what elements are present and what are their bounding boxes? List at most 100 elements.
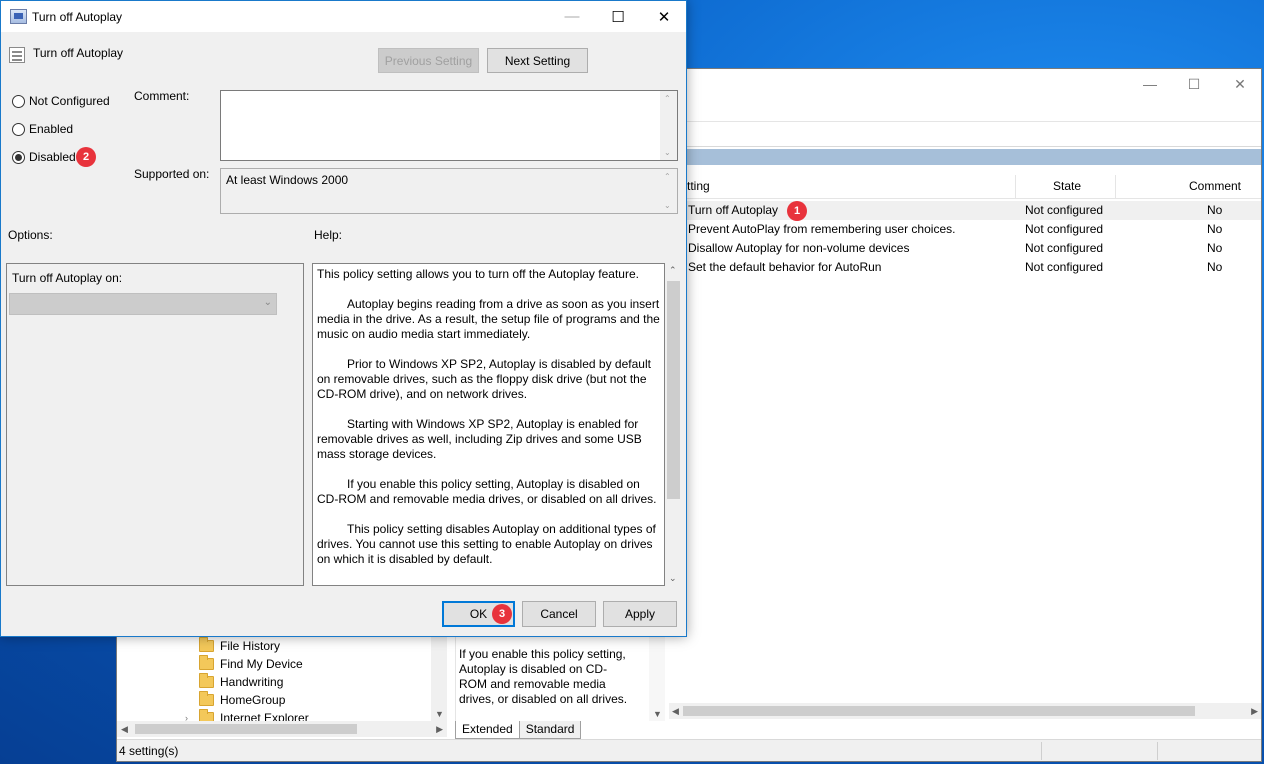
tree-horizontal-scrollbar[interactable]: ◀ ▶	[117, 721, 447, 737]
column-header-comment[interactable]: Comment	[1189, 179, 1241, 193]
scrollbar-thumb[interactable]	[667, 281, 680, 499]
tree-item-label: Find My Device	[220, 657, 303, 671]
policy-setting-icon	[9, 47, 25, 63]
table-row[interactable]: Disallow Autoplay for non-volume devices…	[667, 239, 1261, 258]
tree-item-label: HomeGroup	[220, 693, 286, 707]
expand-chevron-icon[interactable]: ›	[185, 713, 188, 721]
setting-state: Not configured	[1025, 241, 1104, 255]
help-text: This policy setting allows you to turn o…	[317, 267, 661, 582]
description-scrollbar[interactable]: ▼	[649, 637, 665, 721]
tab-extended[interactable]: Extended	[455, 721, 520, 739]
apply-button[interactable]: Apply	[603, 601, 677, 627]
column-header-setting[interactable]: tting	[687, 179, 710, 193]
policy-tree: File History Find My Device Handwriting …	[117, 637, 447, 721]
table-row[interactable]: Turn off Autoplay Not configured No	[667, 201, 1261, 220]
radio-disabled[interactable]: Disabled	[12, 150, 76, 164]
supported-on-value: At least Windows 2000	[226, 173, 349, 187]
next-setting-button[interactable]: Next Setting	[487, 48, 588, 73]
table-row[interactable]: Set the default behavior for AutoRun Not…	[667, 258, 1261, 277]
scroll-down-icon[interactable]: ▼	[653, 709, 662, 719]
cancel-button[interactable]: Cancel	[522, 601, 596, 627]
folder-icon	[199, 655, 214, 670]
radio-not-configured[interactable]: Not Configured	[12, 94, 110, 108]
help-scrollbar[interactable]: ⌃ ⌄	[665, 263, 682, 586]
supported-on-field: At least Windows 2000 ⌃ ⌄	[220, 168, 678, 214]
scroll-down-icon[interactable]: ⌄	[669, 573, 677, 584]
previous-setting-button[interactable]: Previous Setting	[378, 48, 479, 73]
options-field-label: Turn off Autoplay on:	[12, 271, 123, 285]
status-bar: 4 setting(s)	[117, 739, 1261, 761]
callout-badge-1: 1	[787, 201, 807, 221]
dialog-titlebar: Turn off Autoplay — ☐ ✕	[1, 1, 686, 32]
scroll-left-icon[interactable]: ◀	[672, 706, 679, 717]
setting-name: Prevent AutoPlay from remembering user c…	[688, 222, 956, 236]
setting-name: Turn off Autoplay	[688, 203, 779, 217]
help-paragraph: Autoplay begins reading from a drive as …	[317, 297, 660, 341]
scroll-down-icon[interactable]: ⌄	[664, 201, 671, 210]
settings-column-headers: tting State Comment	[667, 175, 1261, 199]
tree-item[interactable]: HomeGroup	[199, 691, 285, 709]
table-row[interactable]: Prevent AutoPlay from remembering user c…	[667, 220, 1261, 239]
scroll-right-icon[interactable]: ▶	[1251, 706, 1258, 717]
setting-state: Not configured	[1025, 260, 1104, 274]
tree-item[interactable]: › Internet Explorer	[185, 709, 309, 721]
scroll-up-icon[interactable]: ⌃	[669, 265, 677, 276]
autoplay-drives-select[interactable]: ⌄	[9, 293, 277, 315]
settings-list: tting State Comment Turn off Autoplay No…	[667, 175, 1261, 705]
callout-badge-3: 3	[492, 604, 512, 624]
tree-vertical-scrollbar[interactable]: ▼	[431, 637, 447, 721]
column-header-state[interactable]: State	[1053, 179, 1081, 193]
setting-name: Set the default behavior for AutoRun	[688, 260, 882, 274]
setting-name: Disallow Autoplay for non-volume devices	[688, 241, 910, 255]
tree-item[interactable]: File History	[199, 637, 280, 655]
description-text: If you enable this policy setting, Autop…	[459, 647, 628, 706]
comment-scrollbar[interactable]: ⌃ ⌄	[660, 91, 677, 160]
supported-scrollbar[interactable]: ⌃ ⌄	[660, 169, 677, 213]
scroll-down-icon[interactable]: ▼	[435, 709, 444, 719]
tree-item[interactable]: Handwriting	[199, 673, 283, 691]
callout-badge-2: 2	[76, 147, 96, 167]
scroll-right-icon[interactable]: ▶	[436, 724, 443, 735]
setting-comment: No	[1207, 222, 1223, 236]
scrollbar-thumb[interactable]	[135, 724, 357, 734]
help-paragraph: Prior to Windows XP SP2, Autoplay is dis…	[317, 357, 651, 401]
editor-maximize-button[interactable]: ☐	[1171, 69, 1217, 99]
radio-circle-icon	[12, 122, 25, 136]
folder-icon	[199, 709, 214, 721]
ok-label: OK	[469, 607, 488, 621]
editor-minimize-button[interactable]: —	[1127, 69, 1173, 99]
setting-state: Not configured	[1025, 222, 1104, 236]
help-paragraph: This policy setting disables Autoplay on…	[317, 522, 656, 566]
editor-close-button[interactable]: ✕	[1217, 69, 1263, 99]
scroll-down-icon[interactable]: ⌄	[664, 148, 671, 157]
dialog-minimize-button[interactable]: —	[549, 1, 595, 32]
scroll-up-icon[interactable]: ⌃	[664, 172, 671, 181]
scrollbar-thumb[interactable]	[683, 706, 1195, 716]
setting-comment: No	[1207, 203, 1223, 217]
supported-on-label: Supported on:	[134, 167, 210, 181]
view-tabs: Extended Standard	[455, 721, 582, 739]
help-paragraph: If you enable this policy setting, Autop…	[317, 477, 657, 506]
radio-label: Not Configured	[29, 94, 110, 108]
tab-standard[interactable]: Standard	[518, 721, 582, 739]
dialog-title: Turn off Autoplay	[32, 10, 123, 24]
dialog-maximize-button[interactable]: ☐	[595, 1, 641, 32]
tree-item-label: File History	[220, 639, 281, 653]
setting-comment: No	[1207, 260, 1223, 274]
radio-enabled[interactable]: Enabled	[12, 122, 73, 136]
comment-input[interactable]: ⌃ ⌄	[220, 90, 678, 161]
folder-icon	[199, 691, 214, 706]
scroll-up-icon[interactable]: ⌃	[664, 94, 671, 103]
help-paragraph: This policy setting allows you to turn o…	[317, 267, 639, 281]
tree-item[interactable]: Find My Device	[199, 655, 303, 673]
policy-setting-dialog: Turn off Autoplay — ☐ ✕ Turn off Autopla…	[0, 0, 687, 637]
dialog-close-button[interactable]: ✕	[641, 1, 687, 32]
folder-icon	[199, 673, 214, 688]
help-paragraph: Starting with Windows XP SP2, Autoplay i…	[317, 417, 642, 461]
settings-horizontal-scrollbar[interactable]: ◀ ▶	[669, 703, 1261, 719]
setting-state: Not configured	[1025, 203, 1104, 217]
tree-item-label: Handwriting	[220, 675, 284, 689]
comment-label: Comment:	[134, 89, 190, 103]
chevron-down-icon: ⌄	[263, 297, 272, 308]
scroll-left-icon[interactable]: ◀	[121, 724, 128, 735]
